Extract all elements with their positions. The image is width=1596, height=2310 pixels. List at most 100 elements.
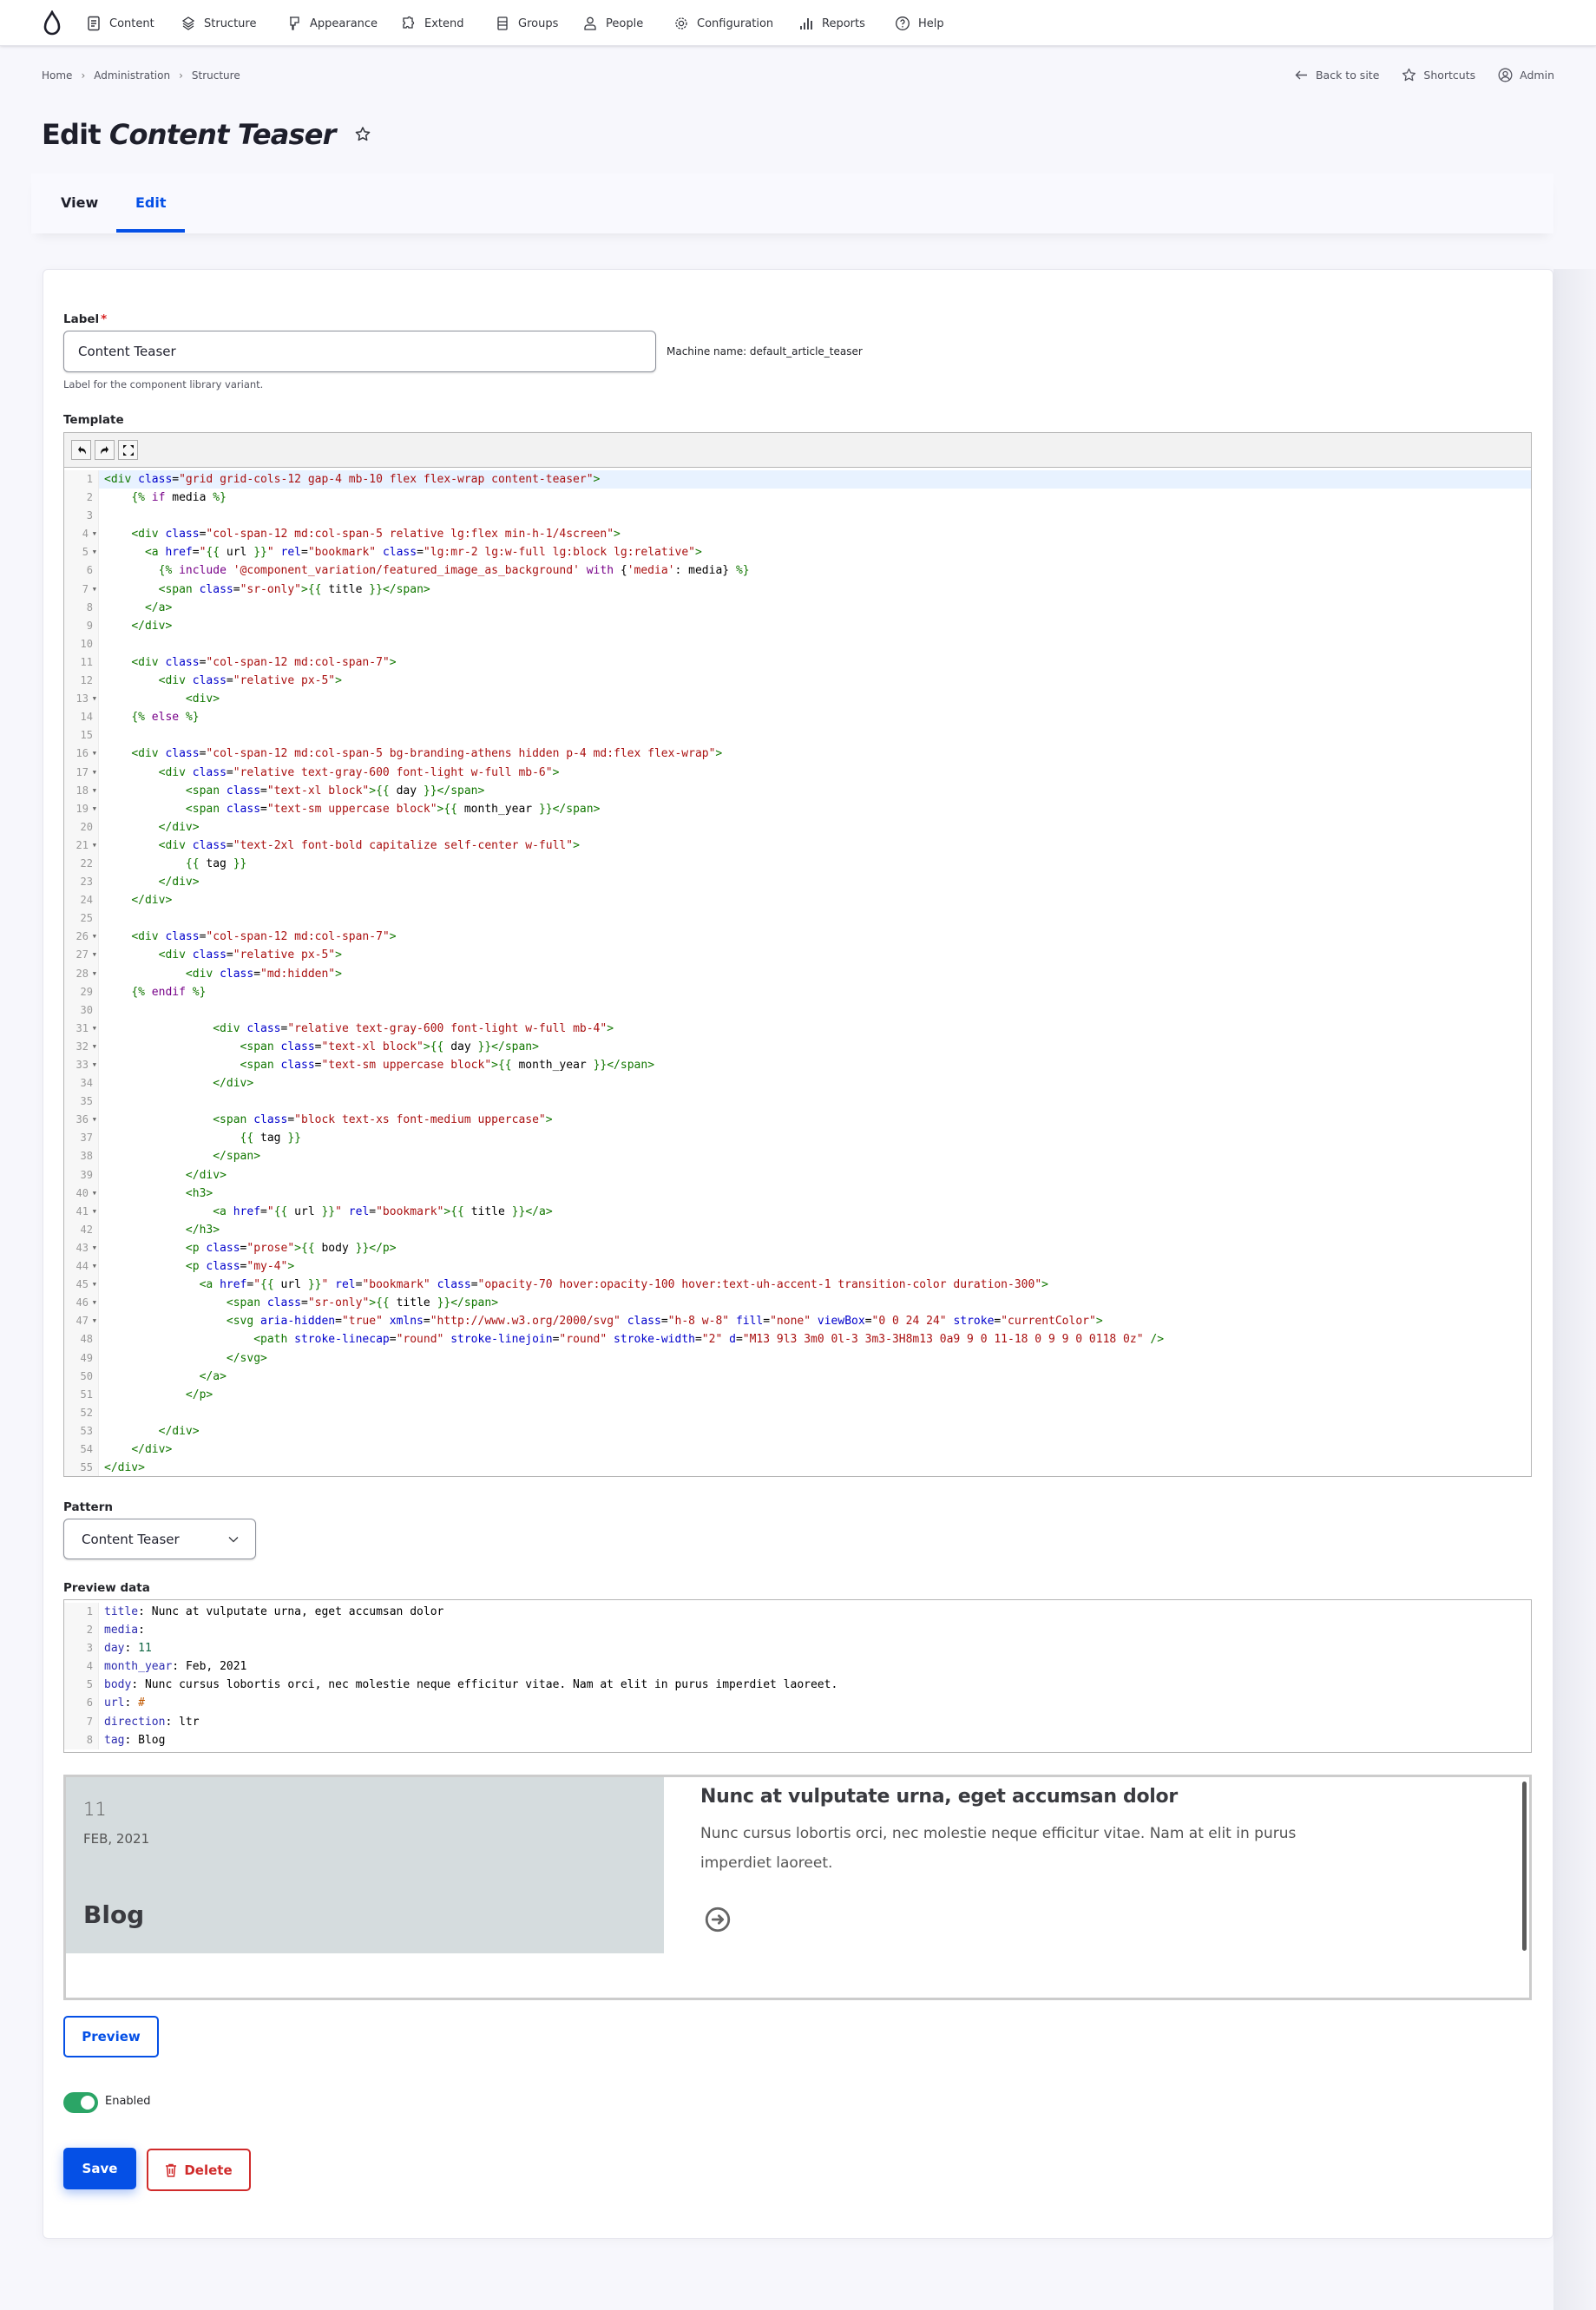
code-line[interactable]: 16 ▼ <div class="col-span-12 md:col-span-… — [64, 745, 1531, 764]
code-line[interactable]: 32 ▼ <span class="text-xl block">{{ day }… — [64, 1037, 1531, 1056]
add-shortcut-star-icon[interactable] — [353, 125, 372, 144]
tab-edit[interactable]: Edit — [135, 194, 167, 211]
toolbar-item-configuration[interactable]: Configuration — [673, 14, 773, 33]
code-line[interactable]: 27 ▼ <div class="relative px-5"> — [64, 946, 1531, 965]
toolbar-item-reports[interactable]: Reports — [798, 14, 865, 33]
code-line[interactable]: 54 </div> — [64, 1440, 1531, 1460]
toolbar-item-extend[interactable]: Extend — [401, 14, 464, 33]
code-line[interactable]: 40 ▼ <h3> — [64, 1184, 1531, 1203]
code-line[interactable]: 45 ▼ <a href="{{ url }}" rel="bookmark" c… — [64, 1276, 1531, 1295]
code-line[interactable]: 5 ▼ <a href="{{ url }}" rel="bookmark" cl… — [64, 543, 1531, 562]
code-line[interactable]: 5 body: Nunc cursus lobortis orci, nec mo… — [64, 1676, 1531, 1695]
toolbar-item-people[interactable]: People — [582, 14, 643, 33]
code-line[interactable]: 12 <div class="relative px-5"> — [64, 672, 1531, 691]
toolbar-item-content[interactable]: Content — [86, 14, 154, 33]
fold-toggle-icon[interactable]: ▼ — [93, 1203, 96, 1221]
fold-toggle-icon[interactable]: ▼ — [93, 1111, 96, 1129]
code-line[interactable]: 18 ▼ <span class="text-xl block">{{ day }… — [64, 781, 1531, 800]
code-line[interactable]: 26 ▼ <div class="col-span-12 md:col-span-… — [64, 928, 1531, 947]
code-line[interactable]: 29 {% endif %} — [64, 982, 1531, 1001]
code-line[interactable]: 23 </div> — [64, 873, 1531, 892]
code-line[interactable]: 8 tag: Blog — [64, 1730, 1531, 1749]
code-line[interactable]: 31 ▼ <div class="relative text-gray-600 f… — [64, 1019, 1531, 1038]
code-line[interactable]: 9 </div> — [64, 616, 1531, 635]
code-line[interactable]: 21 ▼ <div class="text-2xl font-bold capit… — [64, 836, 1531, 855]
admin-user-link[interactable]: Admin — [1498, 68, 1554, 82]
code-line[interactable]: 30 — [64, 1001, 1531, 1020]
code-line[interactable]: 4 month_year: Feb, 2021 — [64, 1657, 1531, 1677]
code-line[interactable]: 7 ▼ <span class="sr-only">{{ title }}</sp… — [64, 580, 1531, 599]
back-to-site-link[interactable]: Back to site — [1294, 68, 1379, 82]
preview-data-code-editor[interactable]: 1 title: Nunc at vulputate urna, eget acc… — [63, 1599, 1532, 1753]
code-line[interactable]: 8 </a> — [64, 598, 1531, 617]
template-code-lines[interactable]: 1 <div class="grid grid-cols-12 gap-4 mb-… — [64, 468, 1531, 1476]
fold-toggle-icon[interactable]: ▼ — [93, 1294, 96, 1312]
code-line[interactable]: 15 — [64, 726, 1531, 745]
code-line[interactable]: 38 </span> — [64, 1147, 1531, 1166]
fold-toggle-icon[interactable]: ▼ — [93, 764, 96, 782]
fold-toggle-icon[interactable]: ▼ — [93, 800, 96, 818]
fold-toggle-icon[interactable]: ▼ — [93, 1038, 96, 1056]
fold-toggle-icon[interactable]: ▼ — [93, 1276, 96, 1294]
fold-toggle-icon[interactable]: ▼ — [93, 1056, 96, 1074]
code-line[interactable]: 3 day: 11 — [64, 1639, 1531, 1658]
code-line[interactable]: 20 </div> — [64, 817, 1531, 837]
delete-button[interactable]: Delete — [147, 2149, 251, 2191]
code-line[interactable]: 4 ▼ <div class="col-span-12 md:col-span-5… — [64, 525, 1531, 544]
code-line[interactable]: 33 ▼ <span class="text-sm uppercase block… — [64, 1056, 1531, 1075]
code-line[interactable]: 48 <path stroke-linecap="round" stroke-l… — [64, 1330, 1531, 1349]
code-line[interactable]: 17 ▼ <div class="relative text-gray-600 f… — [64, 763, 1531, 782]
code-line[interactable]: 39 </div> — [64, 1165, 1531, 1185]
code-line[interactable]: 53 </div> — [64, 1421, 1531, 1440]
code-line[interactable]: 2 media: — [64, 1621, 1531, 1640]
code-line[interactable]: 52 — [64, 1403, 1531, 1422]
preview-title-link[interactable]: Nunc at vulputate urna, eget accumsan do… — [700, 1786, 1178, 1808]
code-line[interactable]: 10 — [64, 634, 1531, 653]
code-line[interactable]: 36 ▼ <span class="block text-xs font-medi… — [64, 1111, 1531, 1130]
label-input[interactable] — [63, 331, 656, 372]
code-line[interactable]: 37 {{ tag }} — [64, 1129, 1531, 1148]
code-line[interactable]: 25 — [64, 909, 1531, 929]
code-line[interactable]: 11 <div class="col-span-12 md:col-span-7… — [64, 653, 1531, 673]
fold-toggle-icon[interactable]: ▼ — [93, 543, 96, 561]
save-button[interactable]: Save — [63, 2148, 136, 2189]
code-line[interactable]: 24 </div> — [64, 891, 1531, 910]
code-line[interactable]: 28 ▼ <div class="md:hidden"> — [64, 964, 1531, 983]
enabled-toggle[interactable] — [63, 2092, 98, 2113]
fold-toggle-icon[interactable]: ▼ — [93, 1239, 96, 1257]
code-line[interactable]: 2 {% if media %} — [64, 489, 1531, 508]
pattern-select[interactable]: Content Teaser — [63, 1519, 256, 1559]
toolbar-item-structure[interactable]: Structure — [181, 14, 256, 33]
fold-toggle-icon[interactable]: ▼ — [93, 782, 96, 800]
code-line[interactable]: 1 <div class="grid grid-cols-12 gap-4 mb-… — [64, 470, 1531, 489]
fold-toggle-icon[interactable]: ▼ — [93, 1257, 96, 1276]
code-line[interactable]: 6 url: # — [64, 1694, 1531, 1713]
shortcuts-link[interactable]: Shortcuts — [1402, 68, 1475, 82]
fold-toggle-icon[interactable]: ▼ — [93, 690, 96, 708]
code-line[interactable]: 3 — [64, 507, 1531, 526]
code-line[interactable]: 46 ▼ <span class="sr-only">{{ title }}</s… — [64, 1294, 1531, 1313]
code-line[interactable]: 7 direction: ltr — [64, 1712, 1531, 1731]
code-line[interactable]: 35 — [64, 1093, 1531, 1112]
undo-button[interactable] — [71, 440, 91, 460]
code-line[interactable]: 49 </svg> — [64, 1349, 1531, 1368]
fold-toggle-icon[interactable]: ▼ — [93, 745, 96, 763]
fold-toggle-icon[interactable]: ▼ — [93, 946, 96, 964]
code-line[interactable]: 19 ▼ <span class="text-sm uppercase block… — [64, 799, 1531, 818]
template-code-editor[interactable]: 1 <div class="grid grid-cols-12 gap-4 mb-… — [63, 432, 1532, 1477]
fold-toggle-icon[interactable]: ▼ — [93, 1020, 96, 1038]
code-line[interactable]: 44 ▼ <p class="my-4"> — [64, 1257, 1531, 1276]
code-line[interactable]: 42 </h3> — [64, 1220, 1531, 1239]
preview-button[interactable]: Preview — [63, 2016, 159, 2057]
fold-toggle-icon[interactable]: ▼ — [93, 1185, 96, 1203]
fold-toggle-icon[interactable]: ▼ — [93, 525, 96, 543]
toolbar-item-groups[interactable]: Groups — [495, 14, 558, 33]
redo-button[interactable] — [95, 440, 115, 460]
code-line[interactable]: 47 ▼ <svg aria-hidden="true" xmlns="http:… — [64, 1312, 1531, 1331]
code-line[interactable]: 1 title: Nunc at vulputate urna, eget acc… — [64, 1603, 1531, 1622]
toolbar-item-appearance[interactable]: Appearance — [286, 14, 378, 33]
code-line[interactable]: 43 ▼ <p class="prose">{{ body }}</p> — [64, 1238, 1531, 1258]
fold-toggle-icon[interactable]: ▼ — [93, 837, 96, 855]
code-line[interactable]: 6 {% include '@component_variation/featu… — [64, 561, 1531, 581]
fold-toggle-icon[interactable]: ▼ — [93, 965, 96, 983]
